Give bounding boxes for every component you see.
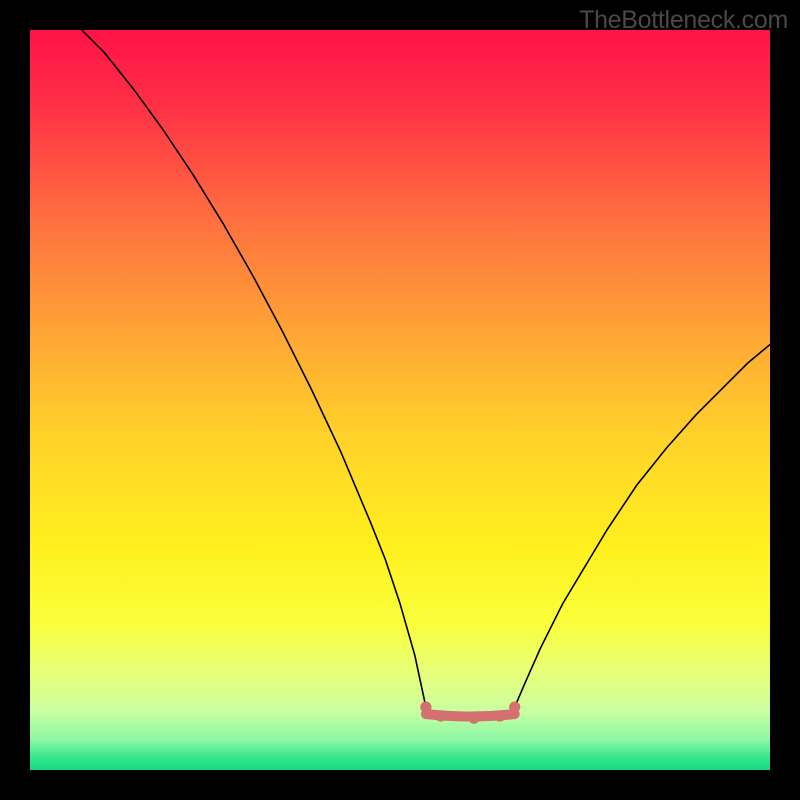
valley-marker-0 [420,702,431,713]
plot-area [30,30,770,770]
watermark-text: TheBottleneck.com [579,6,788,35]
valley-marker-1 [435,710,446,721]
valley-marker-3 [494,710,505,721]
valley-marker-2 [468,713,479,724]
plot-svg [30,30,770,770]
gradient-background [30,30,770,770]
chart-stage: TheBottleneck.com [0,0,800,800]
valley-marker-4 [509,702,520,713]
